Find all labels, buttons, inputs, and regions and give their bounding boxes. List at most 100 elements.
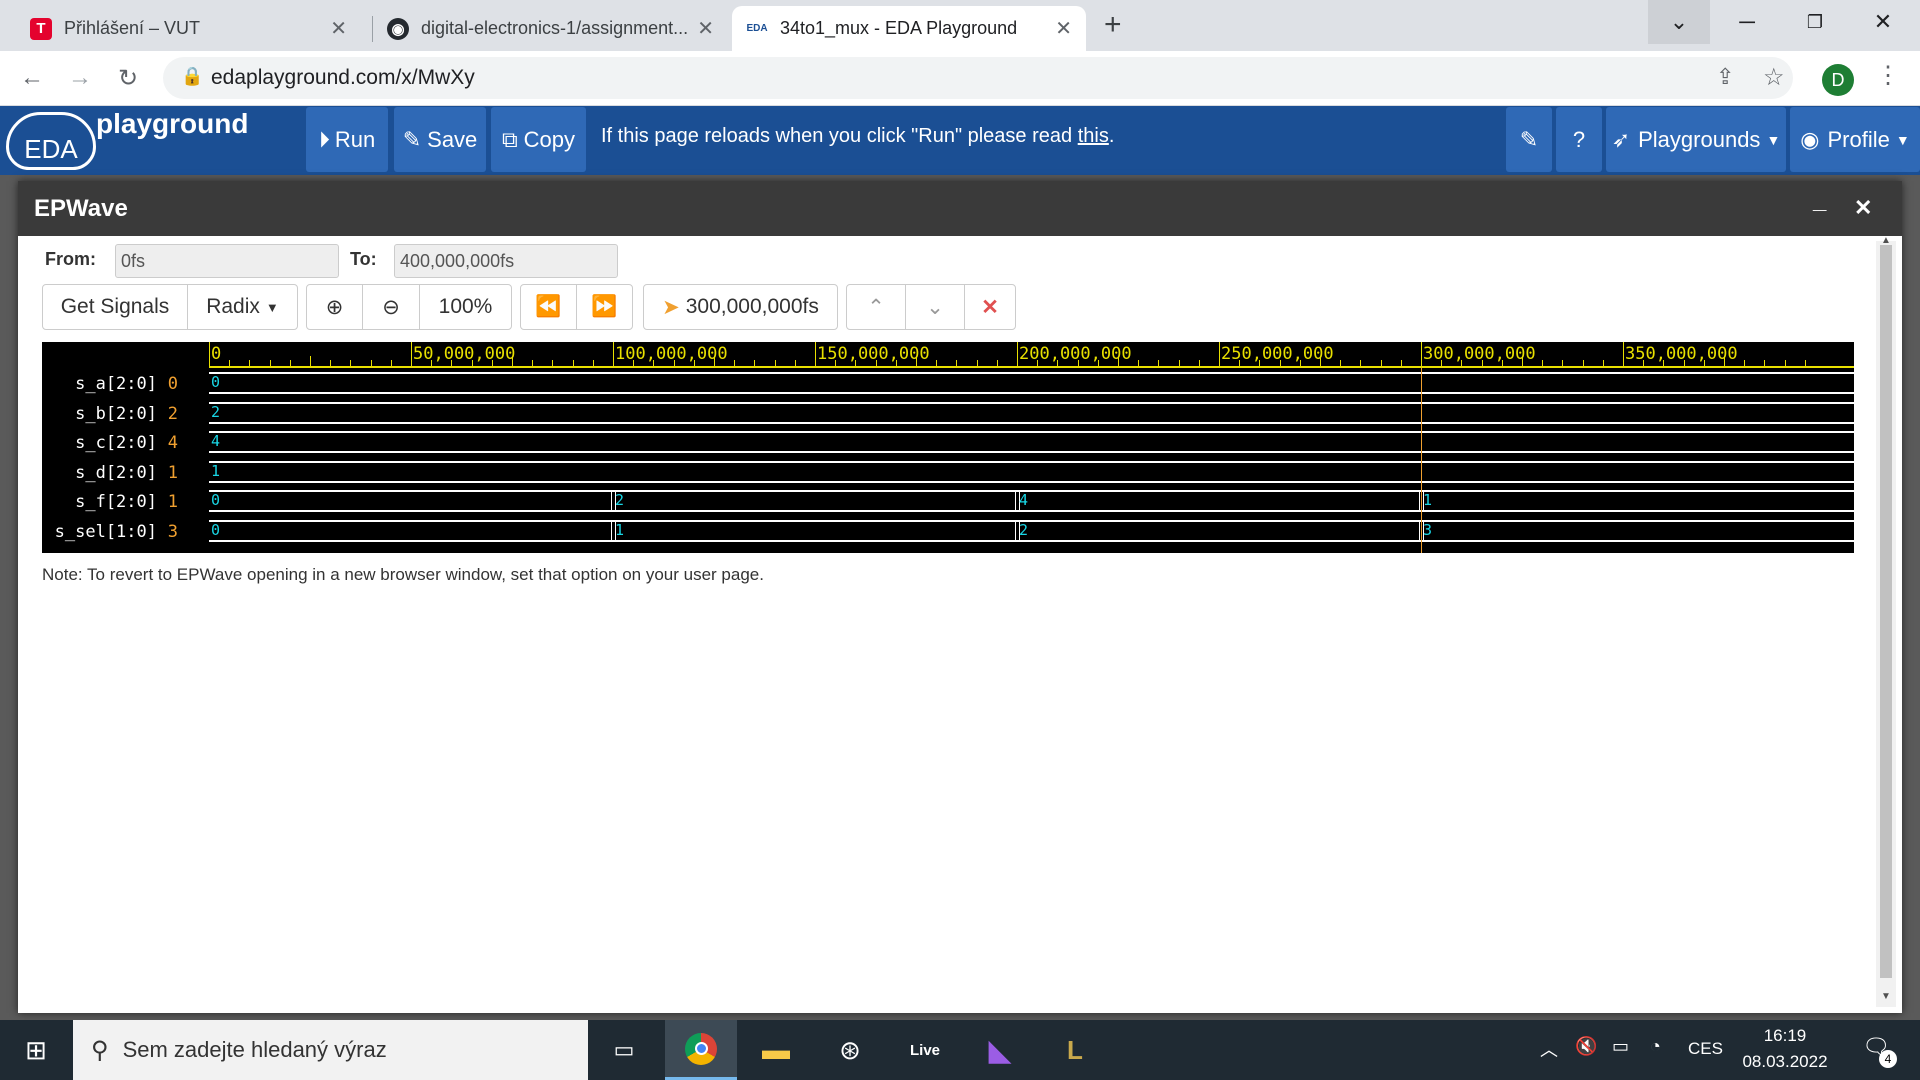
url-text[interactable]: edaplayground.com/x/MwXy — [211, 66, 475, 90]
search-icon: ⚲ — [91, 1036, 109, 1064]
task-view-icon[interactable]: ▭ — [588, 1020, 660, 1080]
close-modal-button[interactable]: ✕ — [1854, 195, 1872, 221]
cursor-value: 2 — [167, 403, 178, 424]
major-tick — [209, 342, 210, 368]
signal-bus[interactable] — [209, 490, 1854, 512]
zoom-in-icon[interactable]: ⊕ — [306, 284, 363, 330]
radix-dropdown[interactable]: Radix ▼ — [187, 284, 298, 330]
restore-window-button[interactable]: ❐ — [1784, 0, 1846, 44]
signal-bus[interactable] — [209, 401, 1854, 424]
battery-icon[interactable]: ▭ — [1612, 1036, 1629, 1057]
steam-icon[interactable]: ⊛ — [814, 1020, 886, 1080]
minor-tick — [512, 356, 513, 368]
omnibox[interactable]: 🔒 edaplayground.com/x/MwXy ⇪ ☆ — [163, 57, 1793, 99]
copy-icon: ⧉ — [501, 126, 518, 152]
to-input[interactable] — [394, 244, 618, 278]
minimize-window-button[interactable]: ─ — [1716, 0, 1778, 44]
get-signals-button[interactable]: Get Signals — [42, 284, 188, 330]
playgrounds-label: Playgrounds — [1638, 126, 1761, 152]
zoom-level[interactable]: 100% — [419, 284, 512, 330]
browser-menu-icon[interactable]: ⋮ — [1876, 61, 1900, 90]
zoom-out-icon[interactable]: ⊖ — [362, 284, 420, 330]
reload-icon[interactable]: ↻ — [109, 59, 147, 97]
clock-time[interactable]: 16:19 — [1735, 1026, 1835, 1046]
time-ruler[interactable]: 0 50,000,000 100,000,000 150,000,000 200,000… — [209, 342, 1854, 368]
minor-tick — [1562, 360, 1564, 368]
fast-forward-icon[interactable]: ⏩ — [576, 284, 633, 330]
signal-bus[interactable] — [209, 431, 1854, 453]
ableton-live-icon[interactable]: Live — [889, 1020, 961, 1080]
copy-button[interactable]: ⧉ Copy — [491, 107, 586, 172]
profile-avatar[interactable]: D — [1822, 64, 1854, 96]
visual-studio-icon[interactable]: ◣ — [964, 1020, 1036, 1080]
run-button[interactable]: ⏵ Run — [306, 107, 388, 172]
share-icon[interactable]: ⇪ — [1716, 64, 1734, 90]
signal-name[interactable]: s_a[2:0] — [42, 374, 157, 394]
signal-name[interactable]: s_f[2:0] — [42, 492, 157, 512]
rewind-icon[interactable]: ⏪ — [520, 284, 577, 330]
bookmark-star-icon[interactable]: ☆ — [1763, 63, 1785, 92]
vut-icon: T — [30, 17, 52, 40]
eda-icon: EDA — [746, 23, 768, 34]
timeline-label: 0 — [211, 344, 222, 364]
signal-bus[interactable] — [209, 460, 1854, 483]
notice-link[interactable]: this — [1078, 125, 1109, 147]
eda-logo[interactable]: EDA — [6, 112, 96, 170]
modal-scrollbar[interactable]: ▲ ▼ — [1876, 235, 1896, 1007]
close-tab-icon[interactable]: ✕ — [1055, 16, 1072, 41]
back-icon[interactable]: ← — [13, 59, 51, 97]
volume-muted-icon[interactable]: 🔇 — [1575, 1036, 1597, 1057]
file-explorer-icon[interactable]: ▬ — [740, 1020, 812, 1080]
close-window-button[interactable]: ✕ — [1852, 0, 1914, 44]
minor-tick — [471, 360, 473, 368]
major-tick — [1017, 342, 1018, 368]
chrome-icon[interactable] — [665, 1020, 737, 1080]
league-of-legends-icon[interactable]: L — [1039, 1020, 1111, 1080]
waveform-viewer[interactable]: 0 50,000,000 100,000,000 150,000,000 200,000… — [42, 342, 1854, 553]
windows-start-icon[interactable]: ⊞ — [0, 1020, 72, 1080]
clear-cursor-icon[interactable]: ✕ — [964, 284, 1016, 330]
taskbar-search-box[interactable]: ⚲ Sem zadejte hledaný výraz — [73, 1020, 588, 1080]
signal-name[interactable]: s_d[2:0] — [42, 463, 157, 483]
from-input[interactable] — [115, 244, 339, 278]
signal-value: 3 — [1423, 520, 1433, 539]
signal-name[interactable]: s_b[2:0] — [42, 404, 157, 424]
close-tab-icon[interactable]: ✕ — [330, 16, 347, 41]
minor-tick — [1522, 356, 1523, 368]
scrollbar-thumb[interactable] — [1880, 245, 1892, 978]
help-icon[interactable]: ? — [1556, 107, 1602, 172]
chevron-down-icon[interactable]: ⌄ — [905, 284, 965, 330]
signal-name[interactable]: s_c[2:0] — [42, 433, 157, 453]
signal-bus[interactable] — [209, 519, 1854, 542]
save-button[interactable]: ✎ Save — [394, 107, 486, 172]
tab-search-icon[interactable]: ⌄ — [1648, 0, 1710, 44]
cursor-time-button[interactable]: ➤ 300,000,000fs — [643, 284, 838, 330]
close-tab-icon[interactable]: ✕ — [697, 16, 714, 41]
signal-name[interactable]: s_sel[1:0] — [42, 522, 157, 542]
wifi-icon[interactable]: ◔ — [1650, 1036, 1661, 1057]
minor-tick — [1037, 360, 1039, 368]
minor-tick — [1643, 360, 1645, 368]
minimize-modal-button[interactable]: _ — [1813, 187, 1826, 215]
time-cursor[interactable] — [1421, 368, 1422, 553]
scroll-down-icon[interactable]: ▼ — [1881, 991, 1891, 1002]
scroll-up-icon[interactable]: ▲ — [1881, 235, 1891, 246]
new-tab-button[interactable]: + — [1104, 8, 1122, 42]
tab-github[interactable]: ◉ digital-electronics-1/assignment... ✕ — [373, 6, 728, 51]
tab-eda-playground[interactable]: EDA 34to1_mux - EDA Playground ✕ — [732, 6, 1086, 51]
signal-bus[interactable] — [209, 372, 1854, 394]
language-indicator[interactable]: CES — [1688, 1039, 1723, 1059]
from-label: From: — [45, 249, 96, 269]
timeline-label: 50,000,000 — [413, 344, 516, 364]
tab-vut[interactable]: T Přihlášení – VUT ✕ — [16, 6, 361, 51]
minor-tick — [1724, 356, 1725, 368]
playgrounds-menu[interactable]: ➶ Playgrounds ▼ — [1606, 107, 1786, 172]
chevron-up-icon[interactable]: ⌃ — [846, 284, 906, 330]
forward-icon[interactable]: → — [61, 59, 99, 97]
clock-date[interactable]: 08.03.2022 — [1735, 1052, 1835, 1072]
minor-tick — [1178, 360, 1180, 368]
timeline-label: 200,000,000 — [1019, 344, 1132, 364]
edit-icon[interactable]: ✎ — [1506, 107, 1552, 172]
profile-menu[interactable]: ◉ Profile ▼ — [1790, 107, 1920, 172]
tray-overflow-icon[interactable]: ︿ — [1540, 1036, 1558, 1062]
